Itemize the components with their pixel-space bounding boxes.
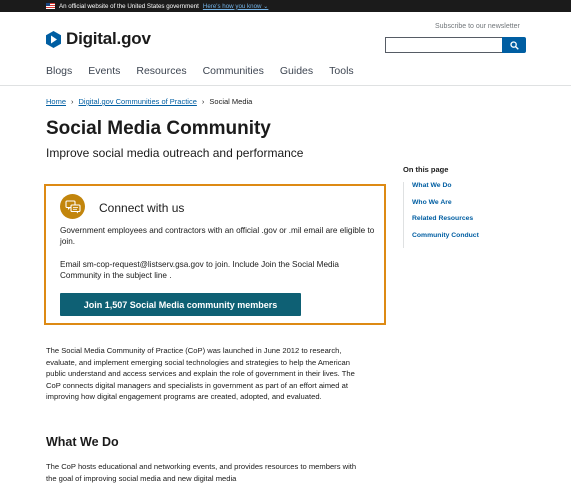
nav-item-communities[interactable]: Communities	[203, 65, 264, 77]
search-icon	[509, 40, 519, 50]
join-instructions-text: Email sm-cop-request@listserv.gsa.gov to…	[60, 260, 339, 280]
intro-paragraph: The Social Media Community of Practice (…	[46, 346, 355, 401]
otp-link-community-conduct[interactable]: Community Conduct	[412, 232, 479, 249]
gov-banner: An official website of the United States…	[0, 0, 571, 12]
nav-item-blogs[interactable]: Blogs	[46, 65, 72, 77]
what-we-do-heading: What We Do	[46, 435, 119, 449]
search-input[interactable]	[385, 37, 503, 53]
page-subtitle: Improve social media outreach and perfor…	[46, 146, 304, 160]
site-logo[interactable]: Digital.gov	[46, 29, 151, 49]
breadcrumb: Home › Digital.gov Communities of Practi…	[46, 97, 252, 106]
breadcrumb-separator: ›	[71, 97, 74, 106]
eligibility-text: Government employees and contractors wit…	[60, 226, 375, 246]
breadcrumb-current: Social Media	[209, 97, 253, 106]
on-this-page-list: What We Do Who We Are Related Resources …	[403, 182, 479, 248]
otp-link-who-we-are[interactable]: Who We Are	[412, 199, 479, 216]
nav-item-events[interactable]: Events	[88, 65, 120, 77]
page-title: Social Media Community	[46, 118, 271, 139]
nav-item-guides[interactable]: Guides	[280, 65, 313, 77]
digital-gov-logo-icon	[46, 30, 61, 48]
connect-heading: Connect with us	[99, 201, 185, 215]
gov-banner-text: An official website of the United States…	[59, 2, 199, 10]
on-this-page-title: On this page	[403, 165, 449, 174]
search-button[interactable]	[502, 37, 526, 53]
nav-divider	[0, 85, 571, 86]
chat-bubbles-icon	[60, 194, 85, 219]
breadcrumb-communities[interactable]: Digital.gov Communities of Practice	[79, 97, 197, 106]
breadcrumb-home[interactable]: Home	[46, 97, 66, 106]
heres-how-you-know-link[interactable]: Here's how you know ⌄	[203, 3, 269, 10]
us-flag-icon	[46, 3, 55, 9]
otp-link-what-we-do[interactable]: What We Do	[412, 182, 479, 199]
on-this-page-nav: On this page What We Do Who We Are Relat…	[403, 165, 479, 248]
main-nav: Blogs Events Resources Communities Guide…	[46, 65, 370, 77]
nav-item-tools[interactable]: Tools	[329, 65, 354, 77]
join-community-button[interactable]: Join 1,507 Social Media community member…	[60, 293, 301, 316]
newsletter-link[interactable]: Subscribe to our newsletter	[435, 23, 520, 30]
otp-link-related-resources[interactable]: Related Resources	[412, 215, 479, 232]
what-we-do-paragraph: The CoP hosts educational and networking…	[46, 462, 357, 483]
connect-card: Connect with us Government employees and…	[44, 184, 386, 325]
nav-item-resources[interactable]: Resources	[136, 65, 186, 77]
breadcrumb-separator: ›	[201, 97, 205, 106]
logo-text: Digital.gov	[66, 29, 151, 48]
